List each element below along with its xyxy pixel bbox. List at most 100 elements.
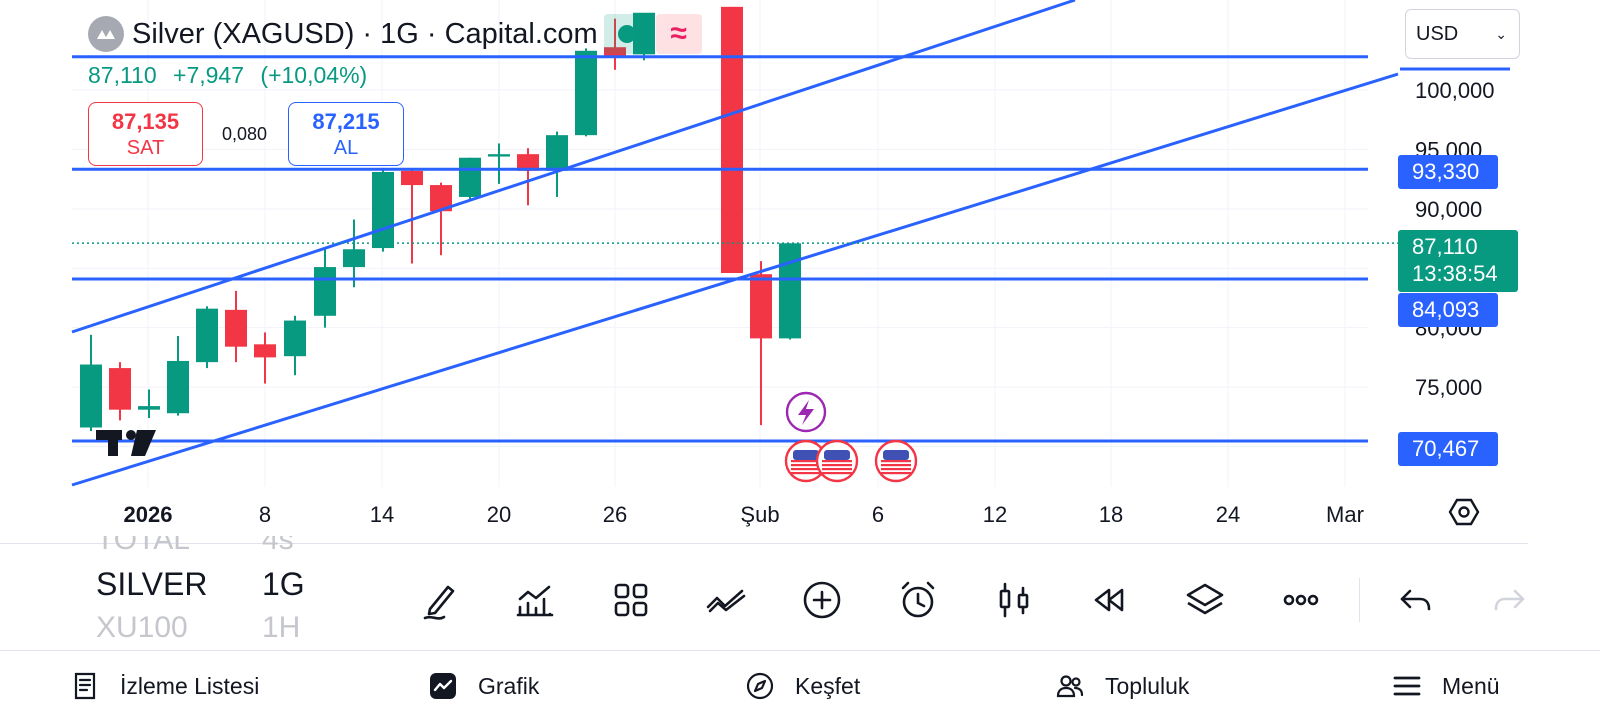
buy-price: 87,215 [312, 109, 380, 134]
hamburger-icon [1393, 676, 1421, 696]
chevron-down-icon: ⌄ [1495, 25, 1507, 42]
candle-body[interactable] [546, 135, 568, 171]
nav-chart-label: Grafik [478, 672, 540, 699]
price-change-line: 87,110 +7,947 (+10,04%) [88, 62, 377, 89]
candle-body[interactable] [138, 406, 160, 410]
flag-stripe [881, 460, 911, 463]
chart-toolbar [0, 572, 1600, 628]
time-axis-label: 18 [1099, 502, 1123, 527]
time-axis-label: 2026 [124, 502, 173, 527]
time-axis-label: 14 [370, 502, 394, 527]
axis-settings-icon-shape [1448, 498, 1480, 526]
more-icon[interactable] [1273, 572, 1329, 628]
nav-community[interactable]: Topluluk [1055, 651, 1189, 720]
flag-stripe [822, 468, 852, 471]
replay-icon[interactable] [1081, 572, 1137, 628]
flag-stripe [881, 468, 911, 471]
level-tag-lower[interactable]: 70,467 [1398, 432, 1498, 466]
bottom-navigation: İzleme Listesi Grafik Keşfet Topluluk Me… [0, 650, 1600, 720]
market-open-indicator[interactable] [603, 14, 650, 54]
time-axis-label: Mar [1326, 502, 1364, 527]
us-event-flag-icon[interactable] [874, 439, 918, 483]
candle-body[interactable] [80, 364, 102, 428]
flag-canton [883, 450, 909, 460]
symbol-picker-row[interactable]: TOTAL 4s [96, 536, 376, 562]
data-status-icon[interactable]: ≈ [655, 14, 702, 54]
nav-explore[interactable]: Keşfet [745, 651, 860, 720]
price-change-percent: (+10,04%) [260, 62, 368, 88]
candle-body[interactable] [401, 170, 423, 186]
candle-body[interactable] [750, 274, 772, 339]
nav-watchlist[interactable]: İzleme Listesi [70, 651, 259, 720]
nav-chart[interactable]: Grafik [428, 651, 539, 720]
event-flash-icon[interactable] [785, 391, 827, 433]
candle-body[interactable] [196, 308, 218, 363]
axis-settings-icon[interactable] [1448, 498, 1480, 526]
candle-body[interactable] [314, 267, 336, 316]
time-axis-label: 26 [603, 502, 627, 527]
currency-value: USD [1416, 22, 1459, 45]
nav-community-label: Topluluk [1105, 672, 1190, 699]
currency-select[interactable]: USD ⌄ [1405, 9, 1520, 59]
buy-button[interactable]: 87,215 AL [288, 102, 404, 166]
level-tag-middle[interactable]: 84,093 [1398, 293, 1498, 327]
candle-body[interactable] [721, 6, 743, 274]
trendlines-icon[interactable] [698, 572, 754, 628]
sell-button[interactable]: 87,135 SAT [88, 102, 203, 166]
price-axis-tick-label: 75,000 [1415, 375, 1482, 400]
candles-icon[interactable] [986, 572, 1042, 628]
candle-body[interactable] [575, 50, 597, 136]
alarm-icon[interactable] [890, 572, 946, 628]
candle-body[interactable] [372, 171, 394, 249]
candle-body[interactable] [254, 344, 276, 358]
flag-canton [793, 450, 819, 460]
nav-menu-label: Menü [1442, 672, 1500, 699]
chart-tab-icon [430, 673, 456, 699]
price-axis-tick-label: 100,000 [1415, 78, 1495, 103]
last-price: 87,110 [88, 62, 157, 88]
candle-body[interactable] [109, 368, 131, 410]
indicators-icon[interactable] [507, 572, 563, 628]
sell-label: SAT [126, 137, 165, 159]
nav-watchlist-label: İzleme Listesi [120, 672, 260, 699]
time-axis-label: Şub [740, 502, 779, 527]
pencil-draw-icon[interactable] [413, 572, 469, 628]
time-axis-label: 6 [872, 502, 884, 527]
undo-icon[interactable] [1387, 572, 1443, 628]
add-icon[interactable] [794, 572, 850, 628]
chart-legend-header: Silver (XAGUSD) · 1G · Capital.com ≈ [88, 14, 702, 54]
redo-icon[interactable] [1482, 572, 1538, 628]
nav-menu[interactable]: Menü [1392, 651, 1500, 720]
spread-value: 0,080 [222, 124, 268, 144]
nav-explore-label: Keşfet [795, 672, 861, 699]
tradingview-logo-icon [96, 430, 156, 456]
price-change: +7,947 [173, 62, 245, 88]
candle-body[interactable] [459, 157, 481, 197]
us-event-flag-icon[interactable] [815, 439, 859, 483]
toolbar-divider [1359, 578, 1360, 622]
time-axis-label: 24 [1216, 502, 1240, 527]
candle-body[interactable] [488, 154, 510, 157]
candle-body[interactable] [167, 360, 189, 414]
flag-stripe [881, 472, 911, 475]
buy-label: AL [333, 137, 359, 159]
axis-settings-icon-dot [1458, 506, 1470, 518]
candle-body[interactable] [343, 249, 365, 268]
layers-icon[interactable] [1177, 572, 1233, 628]
tv-logo-part [108, 430, 118, 456]
community-icon [1056, 675, 1084, 698]
symbol-title[interactable]: Silver (XAGUSD) · 1G · Capital.com [132, 18, 598, 51]
current-price-label: 87,110 [1412, 234, 1478, 259]
watchlist-icon [74, 672, 96, 700]
candle-body[interactable] [284, 320, 306, 357]
price-axis-tick-label: 90,000 [1415, 197, 1482, 222]
candle-body[interactable] [779, 243, 801, 339]
bar-countdown: 13:38:54 [1412, 261, 1498, 286]
current-price-tag: 87,110 13:38:54 [1398, 230, 1518, 292]
candle-body[interactable] [225, 309, 247, 347]
flag-stripe [791, 468, 821, 471]
layout-grid-icon[interactable] [603, 572, 659, 628]
time-axis-label: 8 [259, 502, 271, 527]
market-status[interactable]: ≈ [603, 14, 702, 54]
level-tag-upper[interactable]: 93,330 [1398, 155, 1498, 189]
